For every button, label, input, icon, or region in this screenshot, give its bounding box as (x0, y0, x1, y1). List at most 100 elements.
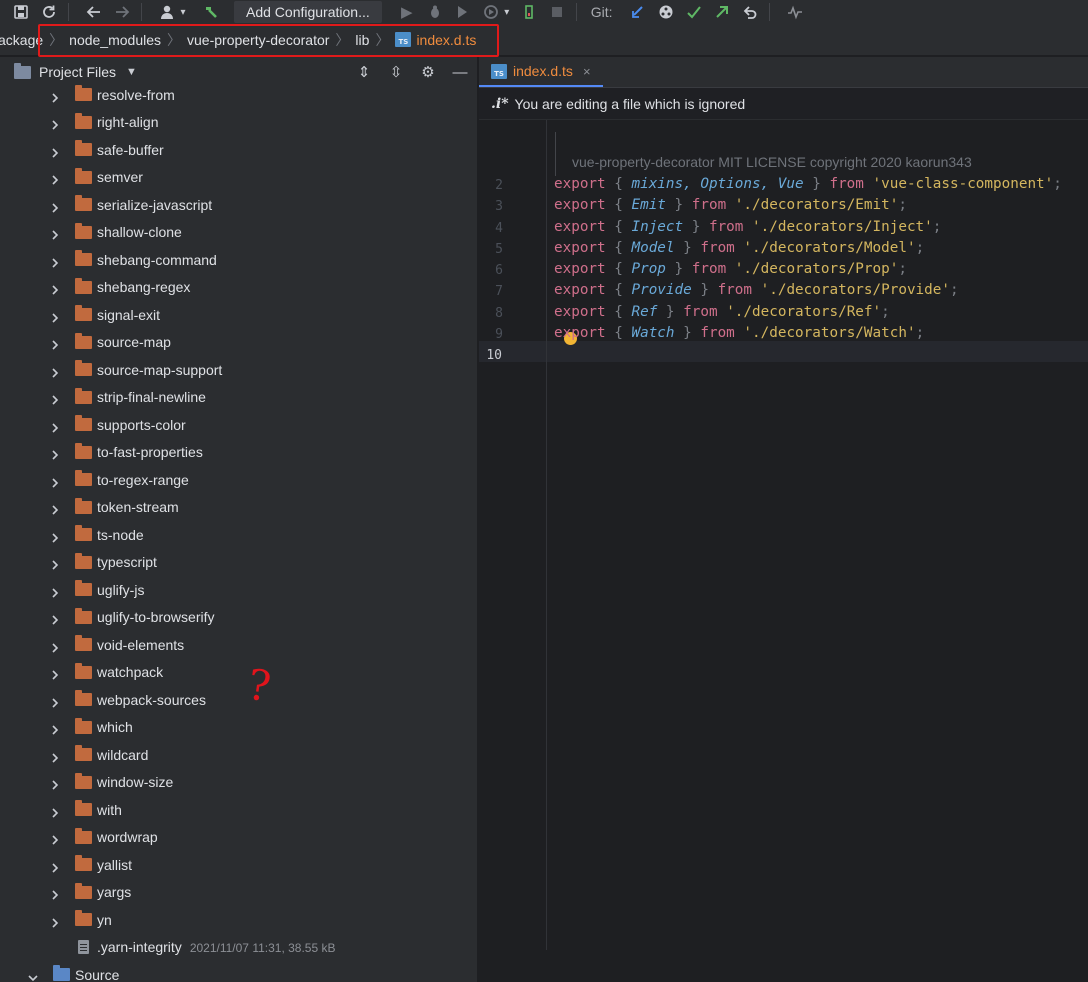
breadcrumb-item[interactable]: lib (349, 32, 375, 48)
chevron-right-icon[interactable] (50, 502, 60, 515)
breadcrumb-item[interactable]: node_modules (63, 32, 167, 48)
chevron-right-icon[interactable] (50, 392, 60, 405)
chevron-right-icon[interactable] (50, 172, 60, 185)
breadcrumb-file[interactable]: TS index.d.ts (389, 32, 482, 48)
chevron-right-icon[interactable] (50, 145, 60, 158)
tree-folder-item[interactable]: to-fast-properties (0, 439, 477, 466)
chevron-right-icon[interactable] (50, 777, 60, 790)
activity-icon[interactable] (784, 1, 806, 23)
chevron-right-icon[interactable] (50, 585, 60, 598)
chevron-right-icon[interactable] (50, 282, 60, 295)
tree-folder-item[interactable]: to-regex-range (0, 466, 477, 493)
chevron-down-icon[interactable]: ▼ (126, 66, 137, 78)
chevron-right-icon[interactable] (50, 227, 60, 240)
tree-folder-item[interactable]: supports-color (0, 411, 477, 438)
code-line[interactable]: export { Watch } from './decorators/Watc… (554, 325, 924, 341)
back-arrow-icon[interactable] (83, 1, 105, 23)
tree-folder-item[interactable]: source-map (0, 329, 477, 356)
stop-icon[interactable] (546, 1, 568, 23)
chevron-right-icon[interactable] (50, 557, 60, 570)
tree-folder-item[interactable]: ts-node (0, 521, 477, 548)
chevron-right-icon[interactable] (50, 117, 60, 130)
tree-folder-item[interactable]: wordwrap (0, 824, 477, 851)
code-line[interactable]: export { Emit } from './decorators/Emit'… (554, 197, 907, 213)
code-line[interactable]: export { Ref } from './decorators/Ref'; (554, 304, 890, 320)
chevron-right-icon[interactable] (50, 612, 60, 625)
chevron-right-icon[interactable] (50, 832, 60, 845)
code-line[interactable]: export { Model } from './decorators/Mode… (554, 240, 924, 256)
sync-icon[interactable] (38, 1, 60, 23)
chevron-right-icon[interactable] (50, 640, 60, 653)
gear-icon[interactable]: ⚙ (419, 63, 437, 81)
tree-folder-item[interactable]: webpack-sources (0, 686, 477, 713)
tree-folder-item[interactable]: typescript (0, 549, 477, 576)
tree-folder-item[interactable]: shebang-regex (0, 274, 477, 301)
tree-folder-item[interactable]: wildcard (0, 741, 477, 768)
tree-folder-item[interactable]: safe-buffer (0, 136, 477, 163)
save-icon[interactable] (10, 1, 32, 23)
tree-folder-item[interactable]: yallist (0, 851, 477, 878)
chevron-right-icon[interactable] (50, 805, 60, 818)
git-update-icon[interactable] (627, 1, 649, 23)
close-icon[interactable]: × (583, 64, 591, 79)
code-line[interactable]: export { Provide } from './decorators/Pr… (554, 282, 959, 298)
chevron-right-icon[interactable] (50, 475, 60, 488)
build-hammer-icon[interactable] (200, 1, 222, 23)
tree-file-item[interactable]: .yarn-integrity 2021/11/07 11:31, 38.55 k… (0, 934, 477, 961)
tree-folder-item[interactable]: shebang-command (0, 246, 477, 273)
tree-folder-item[interactable]: token-stream (0, 494, 477, 521)
code-line[interactable]: export { Inject } from './decorators/Inj… (554, 219, 941, 235)
tree-folder-item[interactable]: void-elements (0, 631, 477, 658)
chevron-down-icon[interactable]: ▾ (502, 1, 512, 23)
tree-folder-item[interactable]: uglify-to-browserify (0, 604, 477, 631)
breadcrumb-item[interactable]: ackage (0, 32, 49, 48)
git-commit-check-icon[interactable] (683, 1, 705, 23)
chevron-right-icon[interactable] (50, 530, 60, 543)
add-configuration-button[interactable]: Add Configuration... (234, 1, 382, 23)
tree-folder-item[interactable]: window-size (0, 769, 477, 796)
forward-arrow-icon[interactable] (111, 1, 133, 23)
chevron-right-icon[interactable] (50, 915, 60, 928)
chevron-right-icon[interactable] (50, 667, 60, 680)
chevron-right-icon[interactable] (50, 722, 60, 735)
tree-folder-item[interactable]: strip-final-newline (0, 384, 477, 411)
minimize-icon[interactable]: — (451, 64, 469, 81)
chevron-down-icon[interactable] (28, 970, 38, 981)
chevron-right-icon[interactable] (50, 750, 60, 763)
chevron-right-icon[interactable] (50, 420, 60, 433)
tree-folder-item[interactable]: yargs (0, 879, 477, 906)
tree-folder-item[interactable]: serialize-javascript (0, 191, 477, 218)
chevron-right-icon[interactable] (50, 337, 60, 350)
code-area[interactable]: vue-property-decorator MIT LICENSE copyr… (479, 120, 1088, 950)
tree-folder-item[interactable]: resolve-from (0, 81, 477, 108)
tree-source-folder[interactable]: Source (0, 961, 477, 982)
tree-folder-item[interactable]: which (0, 714, 477, 741)
debug-bug-icon[interactable] (424, 1, 446, 23)
chevron-right-icon[interactable] (50, 255, 60, 268)
chevron-right-icon[interactable] (50, 860, 60, 873)
project-view-selector[interactable]: Project Files (39, 64, 116, 80)
tree-folder-item[interactable]: source-map-support (0, 356, 477, 383)
tree-folder-item[interactable]: right-align (0, 109, 477, 136)
chevron-right-icon[interactable] (50, 447, 60, 460)
chevron-right-icon[interactable] (50, 887, 60, 900)
attach-debugger-icon[interactable] (518, 1, 540, 23)
chevron-right-icon[interactable] (50, 90, 60, 103)
tree-folder-item[interactable]: with (0, 796, 477, 823)
collapse-all-icon[interactable]: ⇳ (387, 63, 405, 81)
git-fetch-icon[interactable] (655, 1, 677, 23)
chevron-right-icon[interactable] (50, 695, 60, 708)
undo-icon[interactable] (739, 1, 761, 23)
code-line[interactable]: export { Prop } from './decorators/Prop'… (554, 261, 907, 277)
chevron-right-icon[interactable] (50, 365, 60, 378)
coverage-icon[interactable] (452, 1, 474, 23)
chevron-right-icon[interactable] (50, 310, 60, 323)
profile-icon[interactable] (480, 1, 502, 23)
tree-folder-item[interactable]: uglify-js (0, 576, 477, 603)
chevron-right-icon[interactable] (50, 200, 60, 213)
git-push-icon[interactable] (711, 1, 733, 23)
tree-folder-item[interactable]: shallow-clone (0, 219, 477, 246)
run-icon[interactable]: ▶ (396, 1, 418, 23)
tab-index-d-ts[interactable]: TS index.d.ts × (479, 57, 603, 87)
tree-folder-item[interactable]: semver (0, 164, 477, 191)
